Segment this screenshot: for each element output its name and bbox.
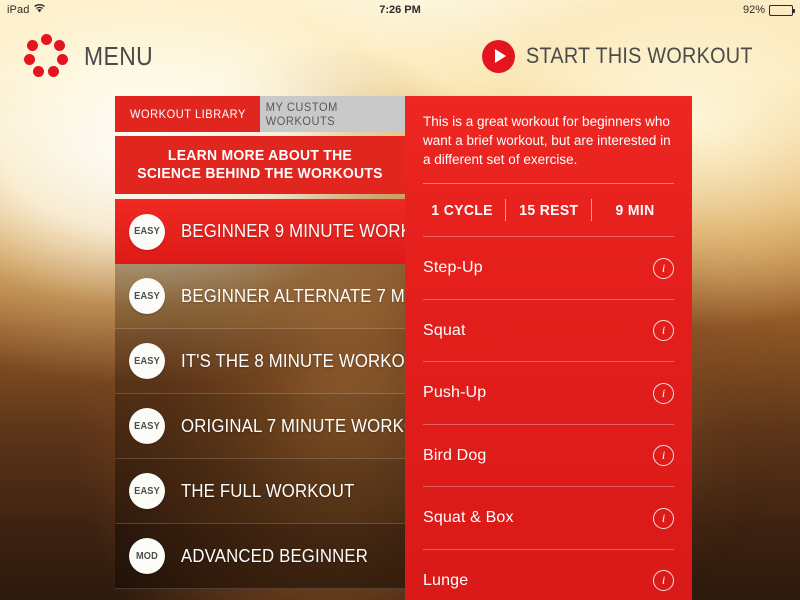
workout-stat: 1 CYCLE [419,202,505,219]
info-icon[interactable]: i [653,570,674,592]
exercise-name-label: Squat & Box [423,509,514,527]
info-icon[interactable]: i [653,257,674,279]
workout-stat-value: 1 CYCLE [431,201,493,219]
app-header: MENU START THIS WORKOUT [0,20,800,92]
learn-more-banner[interactable]: LEARN MORE ABOUT THE SCIENCE BEHIND THE … [115,136,405,194]
difficulty-badge-label: EASY [134,355,160,367]
dot-ring-logo-icon [22,32,70,80]
exercise-name-label: Lunge [423,571,469,589]
difficulty-badge-label: MOD [135,550,159,562]
workout-library-panel: WORKOUT LIBRARY MY CUSTOM WORKOUTS LEARN … [115,96,405,600]
difficulty-badge-label: EASY [134,485,160,497]
workout-stat-value: 15 REST [518,201,579,219]
play-icon [482,39,516,73]
exercise-name-label: Squat [423,321,466,339]
workout-description: This is a great workout for beginners wh… [423,114,671,168]
exercise-row[interactable]: Lunge i [423,548,674,600]
workout-list-item[interactable]: EASY THE FULL WORKOUT [115,459,405,524]
workout-list-item[interactable]: MOD ADVANCED BEGINNER [115,524,405,589]
difficulty-badge: MOD [129,538,165,574]
info-icon[interactable]: i [653,382,674,404]
workout-name-label: ADVANCED BEGINNER [181,545,369,566]
exercise-row[interactable]: Push-Up i [423,361,674,424]
start-this-workout-button[interactable]: START THIS WORKOUT [482,39,778,73]
difficulty-badge-label: EASY [134,290,160,302]
difficulty-badge-label: EASY [134,420,160,432]
workout-name-label: BEGINNER 9 MINUTE WORKOUT [181,221,405,241]
content-panels: WORKOUT LIBRARY MY CUSTOM WORKOUTS LEARN … [115,96,692,600]
tab-label: WORKOUT LIBRARY [129,107,246,121]
tab-label: MY CUSTOM WORKOUTS [265,100,338,128]
workout-stat-value: 9 MIN [615,201,655,219]
exercise-name-label: Push-Up [423,384,487,402]
workout-name-label: ORIGINAL 7 MINUTE WORKOUT [181,415,405,436]
workout-stat: 15 REST [506,202,592,219]
exercise-list: Step-Up i Squat i Push-Up i Bird Dog i Squat & B… [405,236,692,600]
exercise-row[interactable]: Step-Up i [423,236,674,299]
workout-list-item[interactable]: EASY ORIGINAL 7 MINUTE WORKOUT [115,394,405,459]
app-root: iPad 7:26 PM 92% MENU START THIS WORKOUT [0,0,800,600]
workout-stat: 9 MIN [592,202,678,219]
status-bar-clock: 7:26 PM [379,4,421,16]
tab-workout-library[interactable]: WORKOUT LIBRARY [115,96,260,132]
difficulty-badge-label: EASY [134,226,160,237]
tab-bar: WORKOUT LIBRARY MY CUSTOM WORKOUTS [115,96,405,132]
exercise-name-label: Bird Dog [423,446,487,464]
info-icon[interactable]: i [653,507,674,529]
info-icon[interactable]: i [653,320,674,342]
difficulty-badge: EASY [129,408,165,444]
status-bar-right: 92% [742,4,795,16]
exercise-row[interactable]: Bird Dog i [423,423,674,487]
workout-list-item[interactable]: EASY BEGINNER ALTERNATE 7 MINUTE [115,264,405,329]
exercise-row[interactable]: Squat & Box i [423,486,674,549]
learn-more-line2: SCIENCE BEHIND THE WORKOUTS [137,165,383,182]
battery-icon [769,4,795,16]
workout-detail-panel: This is a great workout for beginners wh… [405,96,692,600]
status-bar: iPad 7:26 PM 92% [0,0,800,20]
menu-label[interactable]: MENU [84,41,153,72]
start-button-label: START THIS WORKOUT [526,43,753,68]
exercise-row[interactable]: Squat i [423,298,674,362]
workout-list-item[interactable]: EASY BEGINNER 9 MINUTE WORKOUT [115,199,405,264]
learn-more-line1: LEARN MORE ABOUT THE [167,146,353,164]
workout-name-label: IT'S THE 8 MINUTE WORKOUT [181,350,405,371]
workout-name-label: THE FULL WORKOUT [181,480,355,501]
workout-name-label: BEGINNER ALTERNATE 7 MINUTE [181,285,405,306]
battery-percent-label: 92% [742,4,765,16]
difficulty-badge: EASY [129,278,165,314]
difficulty-badge: EASY [129,343,165,379]
difficulty-badge: EASY [129,213,165,250]
exercise-name-label: Step-Up [423,259,483,277]
workout-list-item[interactable]: EASY IT'S THE 8 MINUTE WORKOUT [115,329,405,394]
workout-stats: 1 CYCLE 15 REST 9 MIN [405,184,692,236]
difficulty-badge: EASY [129,473,165,509]
workout-list[interactable]: EASY BEGINNER 9 MINUTE WORKOUT EASY BEGINNE… [115,199,405,600]
tab-my-custom-workouts[interactable]: MY CUSTOM WORKOUTS [260,96,405,132]
info-icon[interactable]: i [653,445,674,467]
